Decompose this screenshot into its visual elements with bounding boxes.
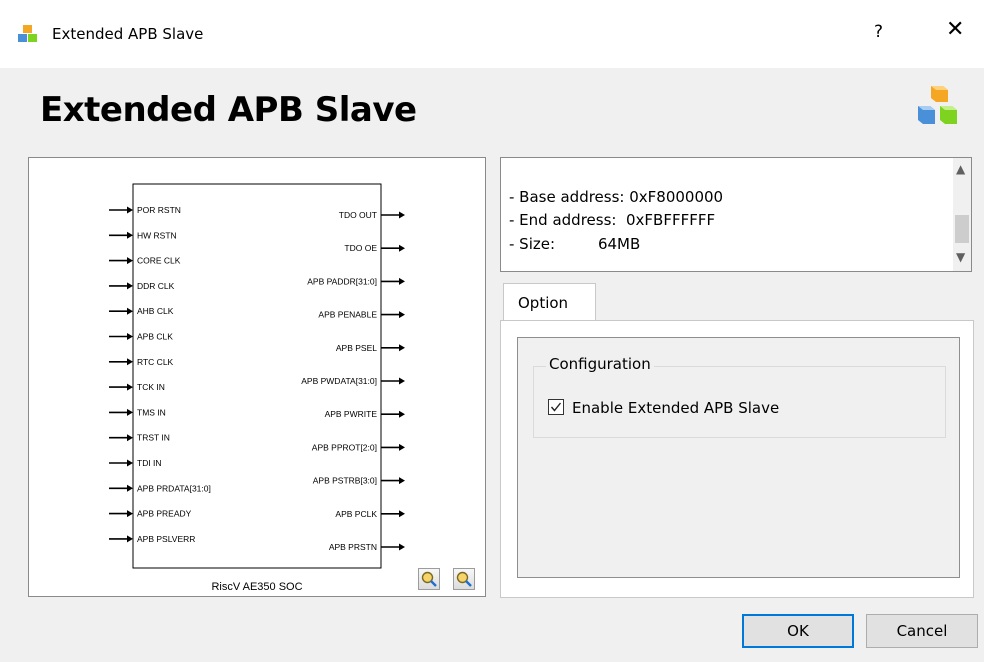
size-line: - Size: 64MB [509, 235, 641, 253]
output-pin-arrow-icon [399, 277, 405, 285]
input-pin-label: POR RSTN [137, 205, 181, 215]
input-pin-arrow-icon [127, 408, 133, 416]
block-symbol-diagram: POR RSTN HW RSTN CORE CLK DDR CLK AHB CLK APB… [109, 183, 405, 593]
output-pin-label: TDO OUT [339, 210, 377, 220]
output-pin-arrow-icon [399, 510, 405, 518]
input-pin-label: TCK IN [137, 382, 165, 392]
symbol-name-label: RiscV AE350 SOC [211, 581, 302, 593]
cubes-logo-icon [918, 86, 957, 124]
input-pin-arrow-icon [127, 510, 133, 518]
zoom-out-icon [456, 571, 472, 587]
output-pin-label: APB PWRITE [325, 409, 378, 419]
input-pin-arrow-icon [127, 257, 133, 265]
input-pin-label: TMS IN [137, 407, 166, 417]
output-pin-arrow-icon [399, 244, 405, 252]
input-pin-arrow-icon [127, 206, 133, 214]
output-pin-label: APB PCLK [335, 509, 377, 519]
output-pin-arrow-icon [399, 410, 405, 418]
tab-option[interactable]: Option [503, 283, 596, 321]
input-pin-label: HW RSTN [137, 230, 177, 240]
page-title: Extended APB Slave [40, 90, 417, 130]
input-pin-label: CORE CLK [137, 256, 181, 266]
input-pin-arrow-icon [127, 383, 133, 391]
zoom-in-icon [421, 571, 437, 587]
output-pin-label: APB PENABLE [318, 310, 377, 320]
enable-extended-apb-slave-label[interactable]: Enable Extended APB Slave [572, 399, 779, 417]
window-title: Extended APB Slave [52, 25, 204, 43]
input-pin-label: APB PSLVERR [137, 534, 195, 544]
input-pin-arrow-icon [127, 434, 133, 442]
output-pin-arrow-icon [399, 344, 405, 352]
configuration-group-title: Configuration [546, 355, 654, 373]
title-bar: Extended APB Slave ? ✕ [0, 0, 984, 68]
input-pin-arrow-icon [127, 282, 133, 290]
output-pin-label: APB PRSTN [329, 542, 377, 552]
input-pin-label: APB PRDATA[31:0] [137, 483, 211, 493]
output-pin-arrow-icon [399, 311, 405, 319]
option-tab-pane: Configuration Enable Extended APB Slave [500, 320, 974, 598]
output-pin-label: APB PPROT[2:0] [312, 442, 377, 452]
scroll-thumb[interactable] [955, 215, 969, 243]
input-pin-arrow-icon [127, 307, 133, 315]
output-pin-arrow-icon [399, 477, 405, 485]
input-pin-label: RTC CLK [137, 357, 174, 367]
output-pin-label: APB PSEL [336, 343, 377, 353]
input-pin-label: AHB CLK [137, 306, 174, 316]
input-pin-arrow-icon [127, 484, 133, 492]
input-pin-arrow-icon [127, 333, 133, 340]
output-pin-arrow-icon [399, 543, 405, 551]
help-button[interactable]: ? [874, 22, 883, 42]
input-pin-arrow-icon [127, 459, 133, 467]
enable-extended-apb-slave-checkbox[interactable] [548, 399, 564, 415]
input-pin-arrow-icon [127, 358, 133, 366]
close-button[interactable]: ✕ [946, 19, 964, 41]
dialog-header: Extended APB Slave [0, 68, 984, 154]
input-pin-label: APB PREADY [137, 509, 192, 519]
output-pin-label: APB PWDATA[31:0] [301, 376, 377, 386]
tab-option-label: Option [518, 294, 569, 312]
output-pin-arrow-icon [399, 443, 405, 451]
input-pin-label: TDI IN [137, 458, 162, 468]
symbol-preview-panel: POR RSTN HW RSTN CORE CLK DDR CLK AHB CLK APB… [28, 157, 486, 597]
options-frame: Configuration Enable Extended APB Slave [517, 337, 960, 578]
input-pin-arrow-icon [127, 535, 133, 543]
output-pin-label: TDO OE [344, 243, 377, 253]
input-pin-label: TRST IN [137, 433, 170, 443]
input-pin-label: DDR CLK [137, 281, 175, 291]
address-info-box[interactable]: - Base address: 0xF8000000 - End address… [500, 157, 972, 272]
base-address-line: - Base address: 0xF8000000 [509, 188, 724, 206]
output-pin-arrow-icon [399, 211, 405, 219]
output-pin-label: APB PSTRB[3:0] [313, 476, 377, 486]
output-pin-arrow-icon [399, 377, 405, 385]
output-pin-label: APB PADDR[31:0] [307, 276, 377, 286]
input-pin-arrow-icon [127, 231, 133, 239]
cubes-app-icon [18, 25, 37, 42]
ok-button[interactable]: OK [742, 614, 854, 648]
scroll-down-arrow-icon[interactable]: ▼ [956, 250, 965, 264]
zoom-out-button[interactable] [453, 568, 475, 590]
vertical-scrollbar[interactable]: ▲ ▼ [953, 158, 971, 271]
checkmark-icon [550, 402, 562, 412]
zoom-in-button[interactable] [418, 568, 440, 590]
scroll-up-arrow-icon[interactable]: ▲ [956, 162, 965, 176]
input-pin-label: APB CLK [137, 332, 173, 342]
end-address-line: - End address: 0xFBFFFFFF [509, 211, 716, 229]
cancel-button[interactable]: Cancel [866, 614, 978, 648]
